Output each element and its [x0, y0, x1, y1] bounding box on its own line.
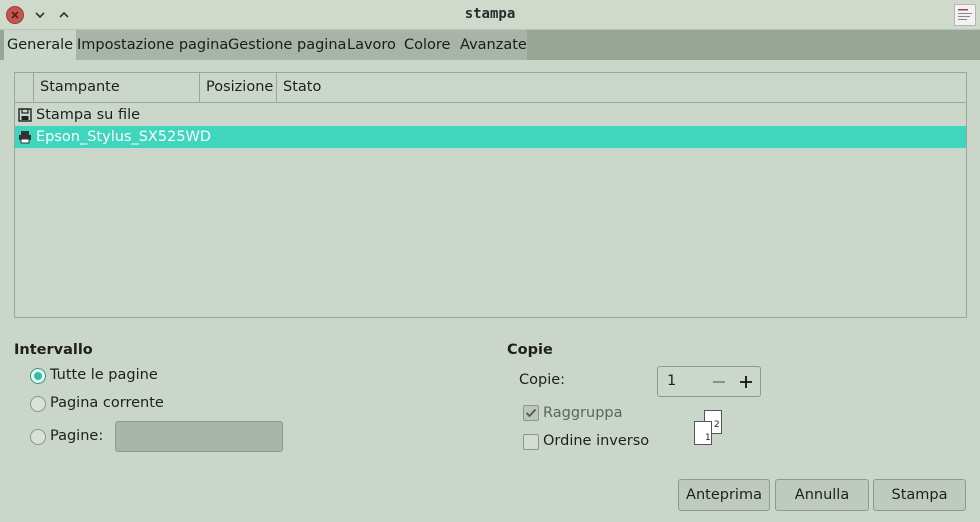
column-stato[interactable]: Stato — [276, 73, 966, 102]
printer-name: Epson_Stylus_SX525WD — [36, 129, 212, 145]
copies-stepper[interactable]: 1 — [657, 366, 761, 397]
column-posizione[interactable]: Posizione — [199, 73, 277, 102]
all-pages-label[interactable]: Tutte le pagine — [50, 367, 158, 383]
tab-bar: Generale Impostazione pagina Gestione pa… — [0, 30, 980, 60]
radio-pages[interactable] — [30, 429, 46, 445]
column-stampante[interactable]: Stampante — [33, 73, 200, 102]
plus-icon[interactable] — [737, 373, 755, 391]
reverse-label[interactable]: Ordine inverso — [543, 433, 649, 449]
tab-generale[interactable]: Generale — [4, 30, 77, 60]
cancel-button[interactable]: Annulla — [775, 479, 869, 511]
app-icon — [954, 4, 976, 26]
pages-label[interactable]: Pagine: — [50, 428, 103, 444]
radio-current-page[interactable] — [30, 396, 46, 412]
printer-row-epson[interactable]: Epson_Stylus_SX525WD — [15, 126, 966, 148]
printer-name: Stampa su file — [36, 107, 141, 123]
copies-value[interactable]: 1 — [667, 373, 676, 389]
save-file-icon — [18, 108, 32, 122]
reverse-checkbox[interactable] — [523, 434, 539, 450]
tab-avanzate[interactable]: Avanzate — [460, 30, 527, 60]
window-title: stampa — [464, 6, 516, 22]
range-title: Intervallo — [14, 342, 93, 358]
printer-list[interactable]: Stampante Posizione Stato Stampa su file… — [14, 72, 967, 318]
collate-label[interactable]: Raggruppa — [543, 405, 623, 421]
tab-colore[interactable]: Colore — [404, 30, 450, 60]
current-page-label[interactable]: Pagina corrente — [50, 395, 164, 411]
print-button[interactable]: Stampa — [873, 479, 966, 511]
title-bar: stampa — [0, 0, 980, 30]
collate-checkbox[interactable] — [523, 405, 539, 421]
copies-title: Copie — [507, 342, 553, 358]
radio-all-pages[interactable] — [30, 368, 46, 384]
printer-icon — [19, 131, 31, 144]
collate-page-1: 1 — [694, 421, 712, 445]
tab-impostazione-pagina[interactable]: Impostazione pagina — [77, 30, 228, 60]
printer-list-header: Stampante Posizione Stato — [15, 73, 966, 103]
checkmark-icon — [525, 408, 537, 418]
tab-lavoro[interactable]: Lavoro — [347, 30, 396, 60]
preview-button[interactable]: Anteprima — [678, 479, 770, 511]
tab-gestione-pagina[interactable]: Gestione pagina — [228, 30, 346, 60]
pages-input[interactable] — [115, 421, 283, 452]
collate-preview: 2 1 — [693, 409, 727, 449]
copies-label: Copie: — [519, 372, 566, 388]
minus-icon[interactable] — [710, 373, 728, 391]
printer-row-file[interactable]: Stampa su file — [15, 104, 966, 126]
